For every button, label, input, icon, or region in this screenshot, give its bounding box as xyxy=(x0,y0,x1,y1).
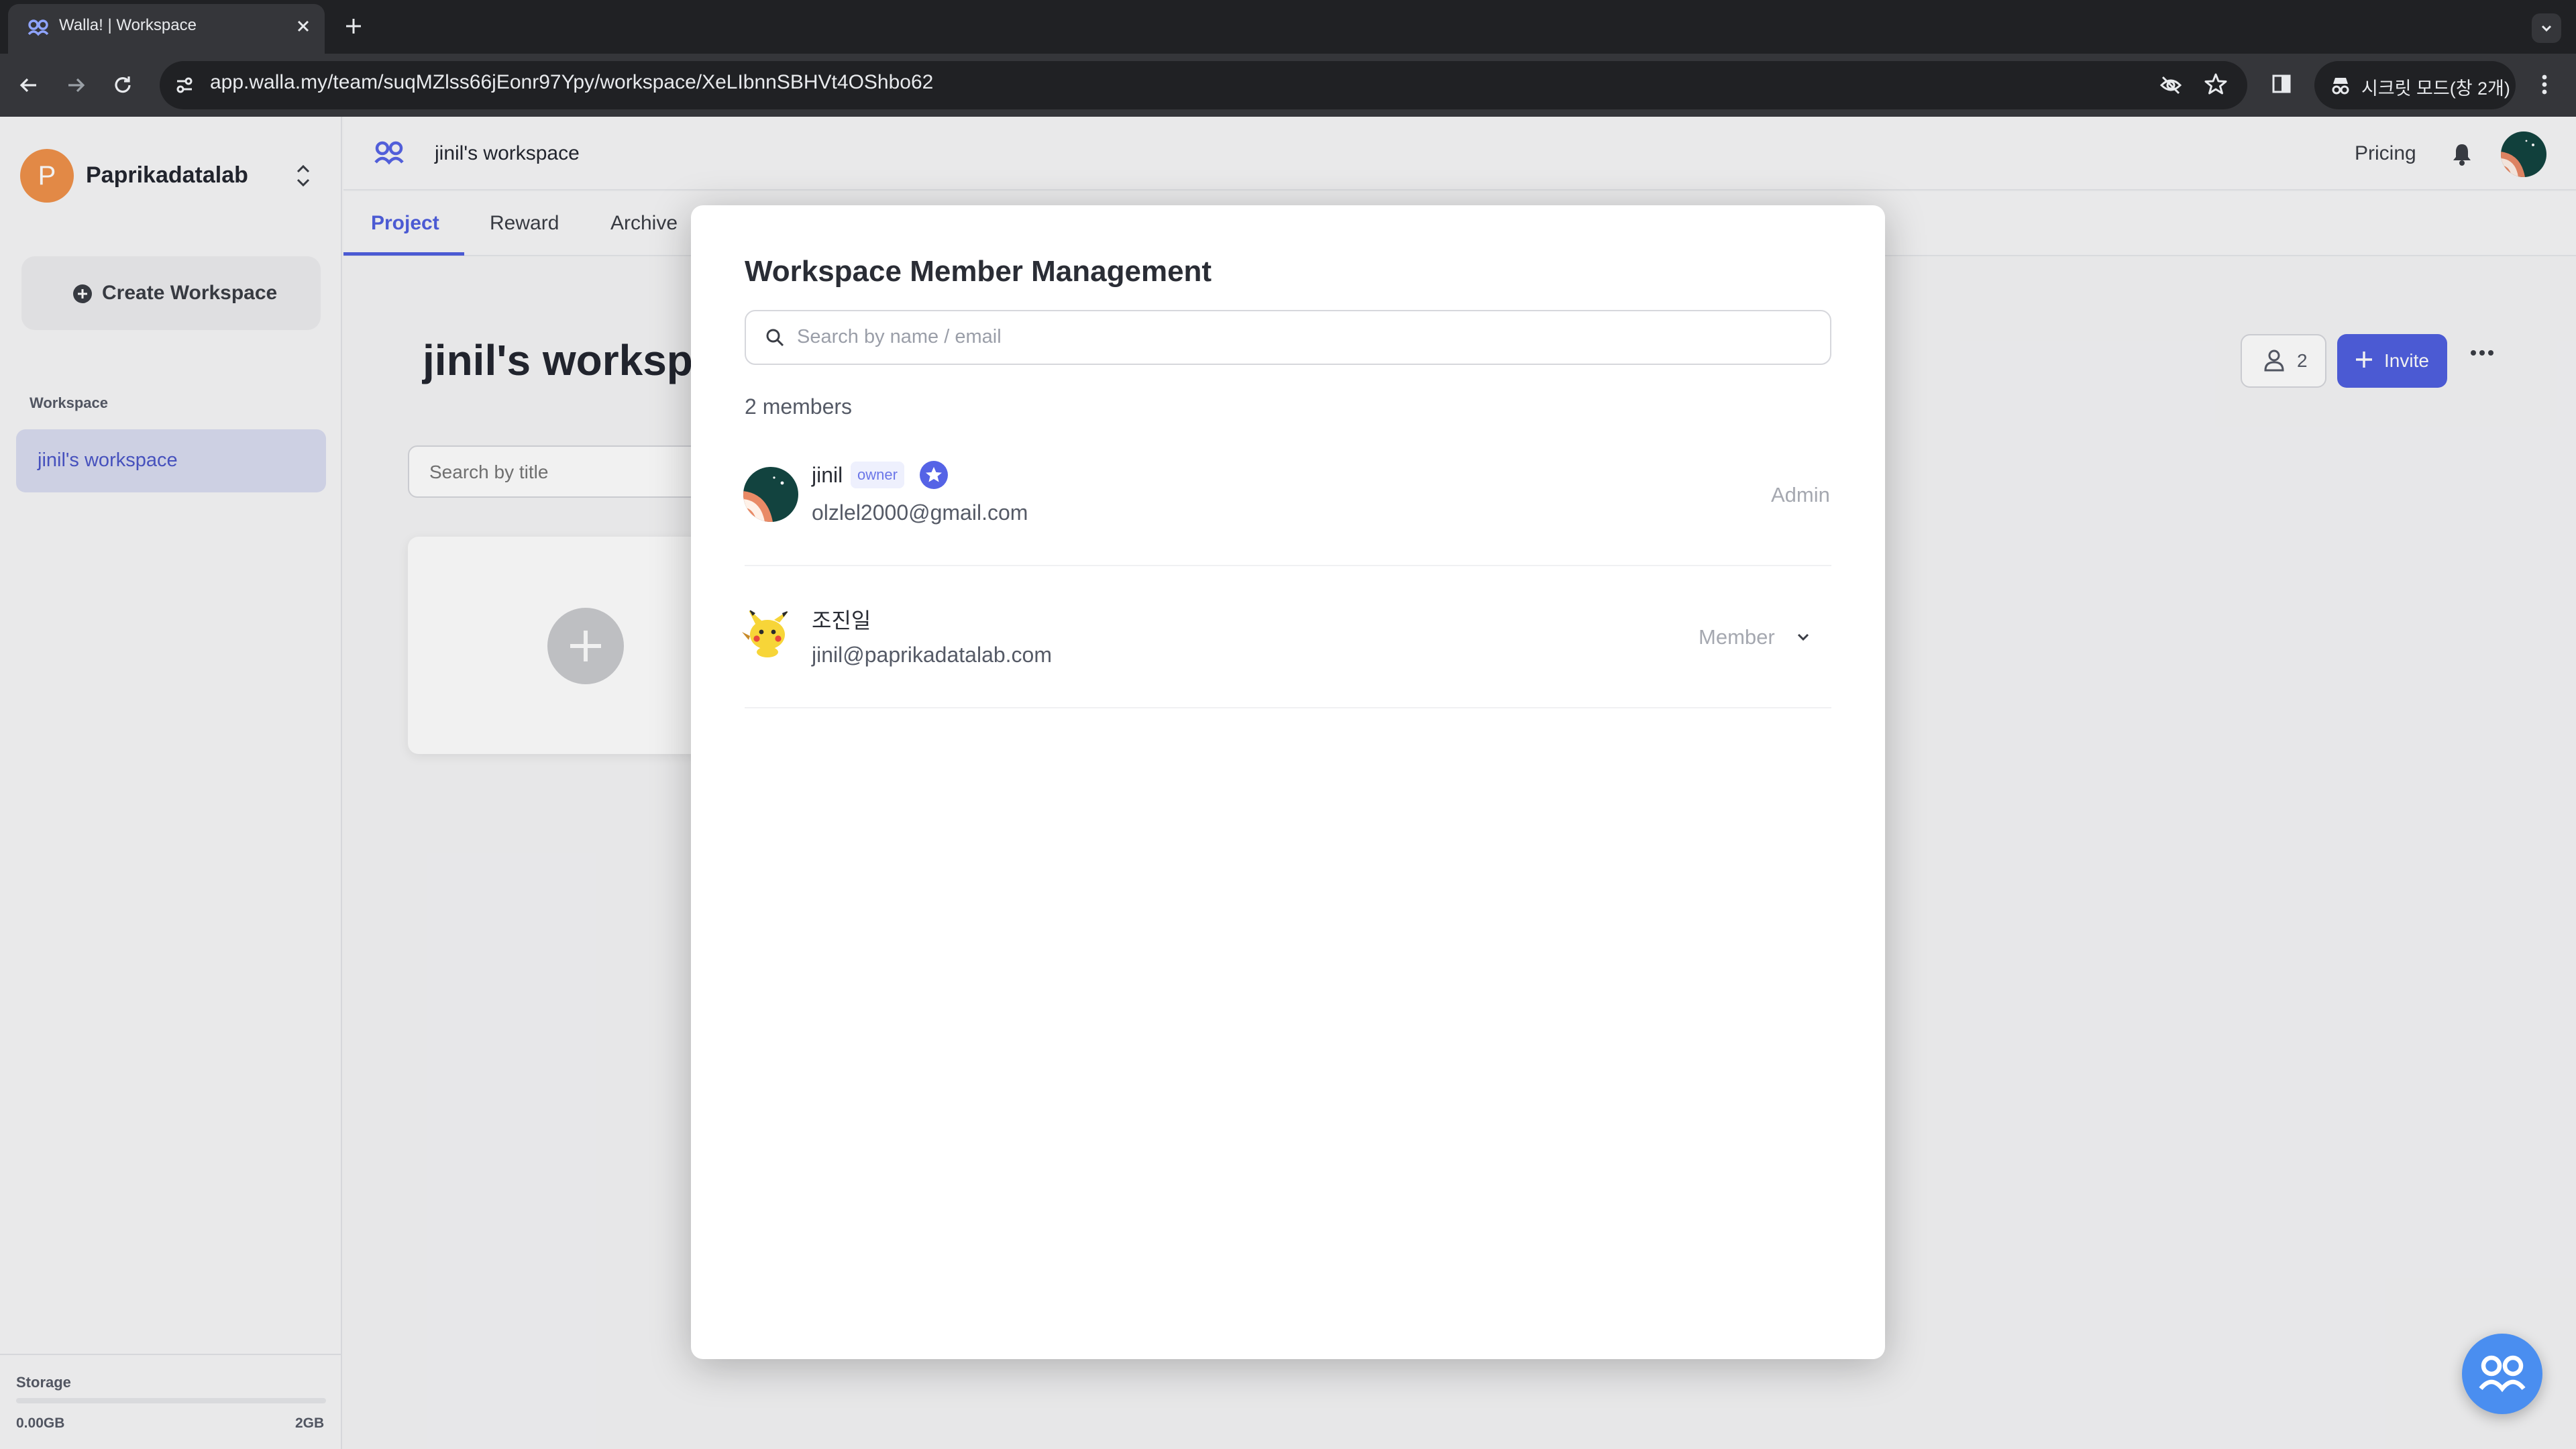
avatar xyxy=(741,604,796,659)
eye-off-icon[interactable] xyxy=(2159,73,2183,97)
member-search-input[interactable] xyxy=(797,326,1803,348)
star-icon[interactable] xyxy=(2204,72,2228,96)
search-icon xyxy=(765,327,785,347)
incognito-label: 시크릿 모드(창 2개) xyxy=(2361,78,2510,99)
chat-support-button[interactable] xyxy=(2462,1334,2542,1414)
url-text: app.walla.my/team/suqMZlss66jEonr97Ypy/w… xyxy=(210,71,934,93)
member-role: Admin xyxy=(1771,483,1830,506)
reload-icon[interactable] xyxy=(111,74,134,97)
modal-title: Workspace Member Management xyxy=(745,255,1212,288)
walla-logo-icon xyxy=(2462,1352,2542,1395)
chevron-down-icon xyxy=(2532,21,2561,35)
member-name: 조진일 xyxy=(812,608,871,633)
site-info-icon[interactable] xyxy=(173,74,196,97)
walla-logo-icon xyxy=(27,18,50,37)
browser-tab-title: Walla! | Workspace xyxy=(59,16,197,34)
chevron-down-icon xyxy=(1794,628,1813,647)
divider xyxy=(745,707,1831,708)
side-panel-icon[interactable] xyxy=(2271,73,2292,95)
tab-search-button[interactable] xyxy=(2532,13,2561,43)
close-icon[interactable] xyxy=(295,18,311,34)
forward-arrow-icon[interactable] xyxy=(64,74,87,97)
browser-tabstrip xyxy=(0,0,2576,54)
plus-icon[interactable] xyxy=(343,16,364,36)
member-count-label: 2 members xyxy=(745,394,853,419)
member-email: jinil@paprikadatalab.com xyxy=(812,643,1052,667)
divider xyxy=(745,565,1831,566)
back-arrow-icon[interactable] xyxy=(17,74,40,97)
owner-star-icon xyxy=(919,460,949,490)
incognito-icon xyxy=(2329,74,2352,97)
member-management-modal xyxy=(691,205,1885,1359)
role-select-label: Member xyxy=(1699,625,1775,649)
more-vert-icon[interactable] xyxy=(2540,72,2549,97)
avatar xyxy=(743,467,798,522)
member-name: jinil xyxy=(812,463,843,487)
member-email: olzlel2000@gmail.com xyxy=(812,500,1028,525)
owner-badge: owner xyxy=(851,462,904,488)
